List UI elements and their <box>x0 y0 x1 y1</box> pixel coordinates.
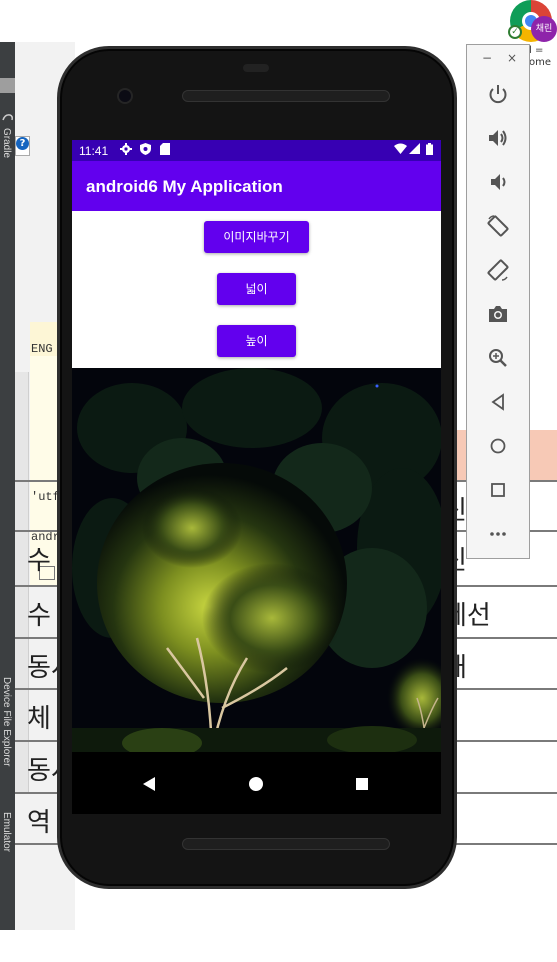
battery-icon <box>426 143 433 159</box>
power-icon[interactable] <box>486 82 510 106</box>
desktop: Gradle Device File Explorer Emulator ? E… <box>0 0 557 962</box>
button-panel: 이미지바꾸기 넓이 높이 <box>72 211 441 368</box>
back-icon[interactable] <box>137 772 161 796</box>
chrome-label: l = ome <box>529 45 551 69</box>
settings-icon <box>120 143 132 159</box>
front-camera <box>117 88 133 104</box>
signal-icon <box>409 143 420 158</box>
ide-emulator-label[interactable]: Emulator <box>1 812 12 852</box>
image-view <box>72 368 441 752</box>
shield-icon <box>140 143 151 159</box>
back-icon[interactable] <box>486 390 510 414</box>
status-bar: 11:41 <box>72 140 441 161</box>
check-icon: ✓ <box>508 25 522 39</box>
document-cell: 체 <box>27 704 51 734</box>
phone-sensor <box>243 64 269 72</box>
ide-tool-icon[interactable] <box>0 78 15 93</box>
emulator-window-controls: − × <box>467 45 529 73</box>
profile-avatar[interactable]: 채린 <box>531 16 557 42</box>
ide-gradle-label[interactable]: Gradle <box>1 128 12 158</box>
navigation-bar <box>72 752 441 814</box>
overview-icon[interactable] <box>486 478 510 502</box>
rotate-left-icon[interactable] <box>486 214 510 238</box>
home-icon[interactable] <box>244 772 268 796</box>
close-button[interactable]: × <box>507 51 517 65</box>
ide-device-file-explorer-label[interactable]: Device File Explorer <box>1 677 12 766</box>
app-title: android6 My Application <box>86 177 283 196</box>
phone-screen: 11:41 android6 My Application 이미지바꾸기 넓이 … <box>72 140 441 814</box>
document-cell: 수 <box>27 546 51 576</box>
rotate-right-icon[interactable] <box>486 258 510 282</box>
night-tree-photo <box>72 368 441 752</box>
help-icon[interactable]: ? <box>15 136 30 156</box>
emulator-toolbar: − × <box>466 44 530 559</box>
height-button[interactable]: 높이 <box>217 325 296 357</box>
recents-icon[interactable] <box>350 772 374 796</box>
ide-tool-strip: Gradle Device File Explorer Emulator <box>0 42 15 930</box>
more-icon[interactable] <box>486 522 510 546</box>
zoom-icon[interactable] <box>486 346 510 370</box>
width-button[interactable]: 넓이 <box>217 273 296 305</box>
change-image-button[interactable]: 이미지바꾸기 <box>204 221 309 253</box>
camera-icon[interactable] <box>486 302 510 326</box>
ide-code-fragment: ENG <box>31 342 53 356</box>
minimize-button[interactable]: − <box>482 51 492 65</box>
ide-gradle-icon[interactable] <box>0 110 15 125</box>
phone-speaker-bottom <box>182 838 390 850</box>
phone-speaker-top <box>182 90 390 102</box>
status-time: 11:41 <box>79 144 109 158</box>
sd-card-icon <box>160 143 170 159</box>
home-icon[interactable] <box>486 434 510 458</box>
volume-up-icon[interactable] <box>486 126 510 150</box>
app-bar: android6 My Application <box>72 161 441 211</box>
document-cell: 역 <box>27 808 51 838</box>
wifi-icon <box>394 143 407 158</box>
chrome-label-line: l = <box>529 45 544 56</box>
chrome-label-line: ome <box>529 57 552 68</box>
document-cell: 수 <box>27 601 51 631</box>
volume-down-icon[interactable] <box>486 170 510 194</box>
